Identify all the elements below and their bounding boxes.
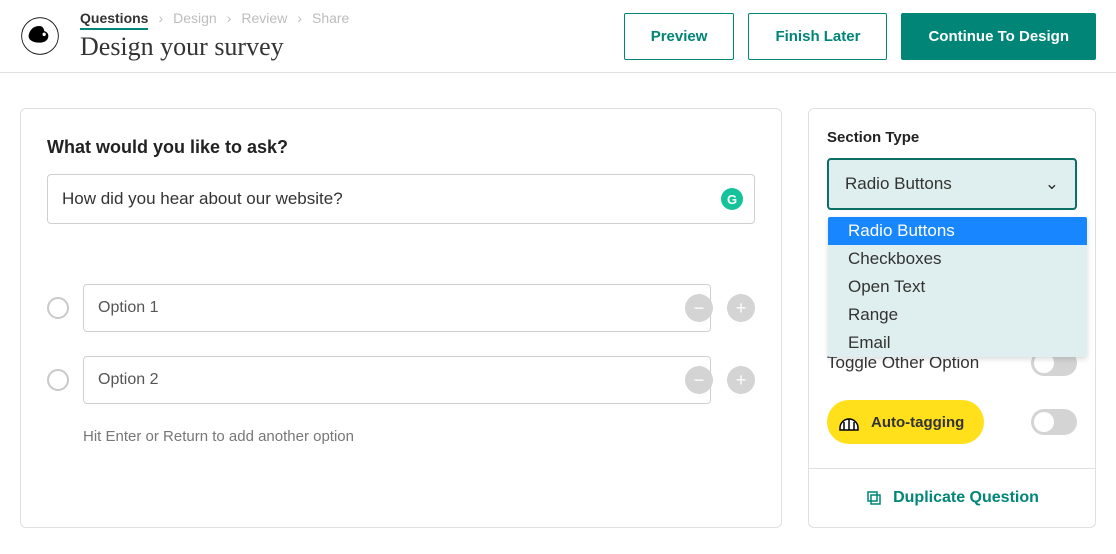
section-type-dropdown: Radio Buttons Checkboxes Open Text Range… bbox=[828, 217, 1087, 357]
duplicate-question-button[interactable]: Duplicate Question bbox=[827, 469, 1077, 527]
radio-icon bbox=[47, 369, 69, 391]
question-label: What would you like to ask? bbox=[47, 137, 755, 158]
page-title: Design your survey bbox=[80, 32, 624, 62]
option-input[interactable] bbox=[83, 356, 711, 404]
header: Questions › Design › Review › Share Desi… bbox=[0, 0, 1116, 73]
continue-button[interactable]: Continue To Design bbox=[901, 13, 1096, 60]
add-option-button[interactable]: + bbox=[727, 366, 755, 394]
question-input[interactable] bbox=[47, 174, 755, 224]
add-option-button[interactable]: + bbox=[727, 294, 755, 322]
auto-tagging-button[interactable]: Auto-tagging bbox=[827, 400, 984, 444]
section-type-select[interactable]: Radio Buttons ⌄ bbox=[827, 158, 1077, 210]
crumb-share[interactable]: Share bbox=[312, 10, 349, 30]
chevron-right-icon: › bbox=[297, 10, 302, 30]
question-card: What would you like to ask? G − + − + Hi… bbox=[20, 108, 782, 528]
dropdown-item-opentext[interactable]: Open Text bbox=[828, 273, 1087, 301]
option-hint: Hit Enter or Return to add another optio… bbox=[83, 428, 755, 445]
preview-button[interactable]: Preview bbox=[624, 13, 735, 60]
section-type-label: Section Type bbox=[827, 129, 1077, 146]
option-row: − + bbox=[47, 356, 755, 404]
dropdown-item-email[interactable]: Email bbox=[828, 329, 1087, 357]
remove-option-button[interactable]: − bbox=[685, 366, 713, 394]
dome-icon bbox=[837, 410, 861, 434]
finish-later-button[interactable]: Finish Later bbox=[748, 13, 887, 60]
auto-tagging-switch[interactable] bbox=[1031, 409, 1077, 435]
dropdown-item-range[interactable]: Range bbox=[828, 301, 1087, 329]
settings-card: Section Type Radio Buttons ⌄ Radio Butto… bbox=[808, 108, 1096, 528]
duplicate-label: Duplicate Question bbox=[893, 489, 1039, 507]
breadcrumb: Questions › Design › Review › Share bbox=[80, 10, 624, 30]
option-input[interactable] bbox=[83, 284, 711, 332]
chevron-right-icon: › bbox=[158, 10, 163, 30]
auto-tagging-label: Auto-tagging bbox=[871, 414, 964, 431]
select-value: Radio Buttons bbox=[845, 174, 952, 194]
dropdown-item-checkboxes[interactable]: Checkboxes bbox=[828, 245, 1087, 273]
crumb-review[interactable]: Review bbox=[241, 10, 287, 30]
mailchimp-logo-icon bbox=[20, 16, 60, 56]
chevron-down-icon: ⌄ bbox=[1045, 174, 1059, 194]
radio-icon bbox=[47, 297, 69, 319]
crumb-questions[interactable]: Questions bbox=[80, 10, 148, 30]
option-row: − + bbox=[47, 284, 755, 332]
dropdown-item-radio[interactable]: Radio Buttons bbox=[828, 217, 1087, 245]
auto-tagging-row: Auto-tagging bbox=[827, 400, 1077, 444]
chevron-right-icon: › bbox=[227, 10, 232, 30]
copy-icon bbox=[865, 489, 883, 507]
remove-option-button[interactable]: − bbox=[685, 294, 713, 322]
grammarly-icon[interactable]: G bbox=[721, 188, 743, 210]
crumb-design[interactable]: Design bbox=[173, 10, 217, 30]
